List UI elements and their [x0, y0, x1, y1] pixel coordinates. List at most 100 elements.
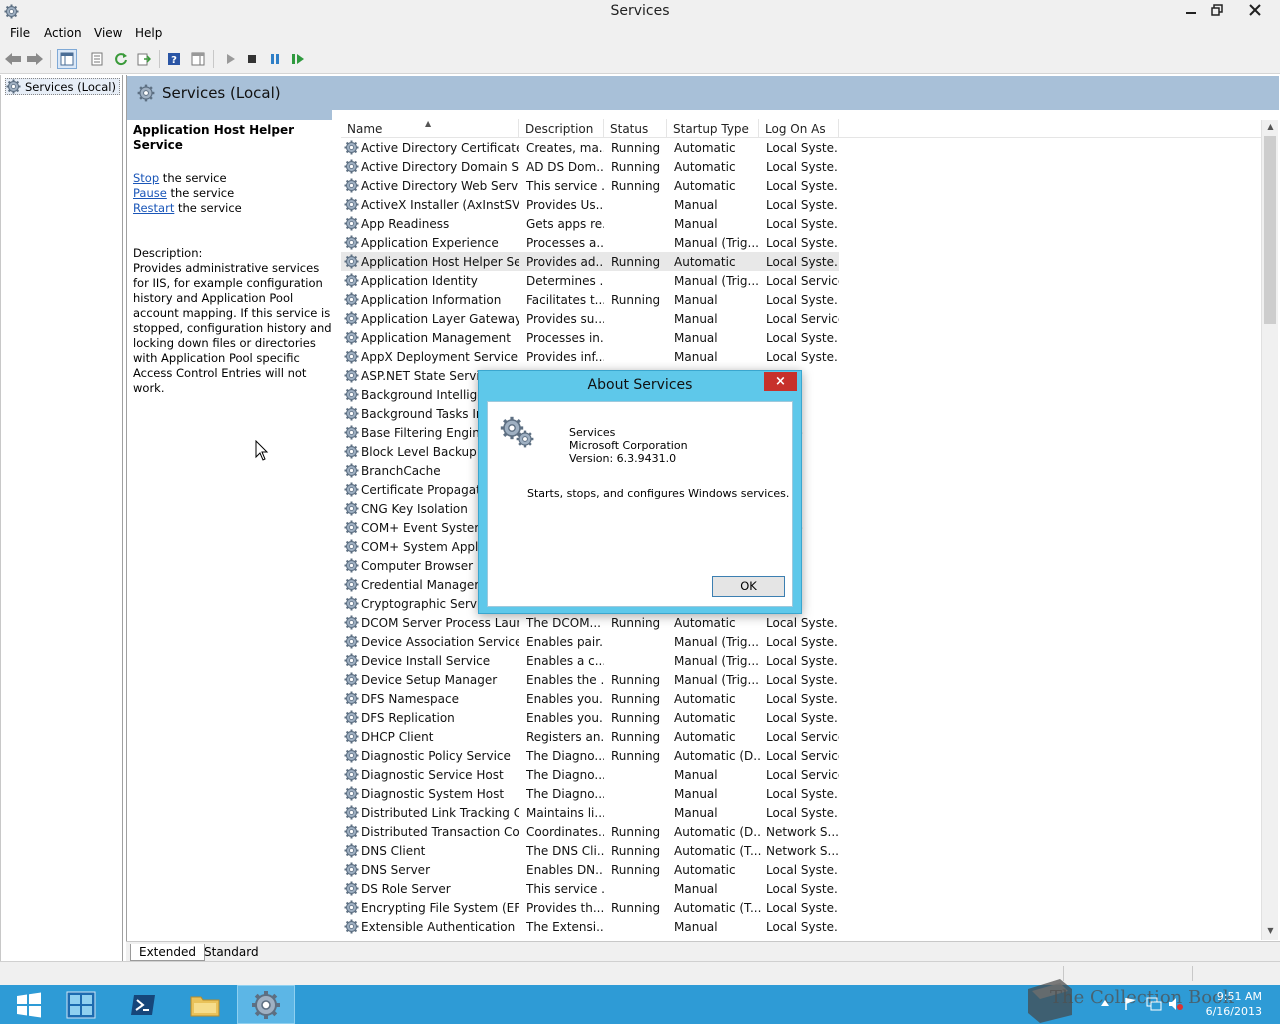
back-button[interactable] [3, 49, 23, 69]
column-header-description[interactable]: Description [519, 119, 604, 138]
taskbar-clock[interactable]: 9:51 AM 6/16/2013 [1206, 989, 1262, 1019]
scroll-thumb[interactable] [1264, 136, 1276, 324]
export-list-button[interactable] [134, 49, 154, 69]
service-row[interactable]: DFS Replication Enables you... Running Auto… [341, 708, 839, 727]
speaker-muted-icon[interactable] [1168, 997, 1184, 1011]
restore-button[interactable] [1200, 0, 1234, 20]
gear-icon [344, 216, 359, 231]
service-row[interactable]: Device Setup Manager Enables the ... Runni… [341, 670, 839, 689]
tab-extended[interactable]: Extended [130, 944, 205, 961]
service-row[interactable]: Application Identity Determines ... Manual… [341, 271, 839, 290]
service-row[interactable]: Device Association Service Enables pair..… [341, 632, 839, 651]
cell-startup-type: Manual [674, 882, 718, 896]
menu-view[interactable]: View [94, 26, 122, 40]
stop-service-button[interactable] [242, 49, 262, 69]
service-row[interactable]: DFS Namespace Enables you... Running Automa… [341, 689, 839, 708]
menu-help[interactable]: Help [135, 26, 162, 40]
service-row[interactable]: Active Directory Domain Se... AD DS Dom..… [341, 157, 839, 176]
cell-startup-type: Automatic [674, 730, 736, 744]
cell-startup-type: Manual (Trig... [674, 274, 759, 288]
service-row[interactable]: Encrypting File System (EFS) Provides th.… [341, 898, 839, 917]
pause-link[interactable]: Pause [133, 186, 167, 200]
restart-link[interactable]: Restart [133, 201, 174, 215]
vertical-scrollbar[interactable]: ▲ ▼ [1261, 120, 1278, 940]
start-button[interactable] [0, 985, 58, 1024]
service-row[interactable]: DCOM Server Process Laun... The DCOM... Ru… [341, 613, 839, 632]
cell-name: DS Role Server [361, 882, 451, 896]
cell-status: Running [611, 730, 661, 744]
cell-description: Creates, ma... [526, 141, 604, 155]
dialog-close-button[interactable]: × [764, 372, 797, 391]
cell-name: Device Setup Manager [361, 673, 498, 687]
forward-button[interactable] [25, 49, 45, 69]
scroll-up-icon[interactable]: ▲ [1265, 122, 1276, 134]
column-header-name[interactable]: Name ▲ [341, 119, 519, 138]
network-icon[interactable] [1146, 997, 1162, 1011]
powershell-taskbar-button[interactable] [114, 985, 172, 1024]
gear-icon [344, 330, 359, 345]
service-row[interactable]: Distributed Transaction Co... Coordinates… [341, 822, 839, 841]
menu-action[interactable]: Action [44, 26, 82, 40]
cell-startup-type: Manual [674, 350, 718, 364]
action-suffix: the service [159, 171, 227, 185]
scroll-down-icon[interactable]: ▼ [1265, 926, 1276, 938]
tree-node-services-local[interactable]: Services (Local) [5, 78, 120, 95]
cell-name: Extensible Authentication P... [361, 920, 519, 934]
cell-description: AD DS Dom... [526, 160, 604, 174]
stop-link[interactable]: Stop [133, 171, 159, 185]
service-row[interactable]: Application Host Helper Ser... Provides a… [341, 252, 839, 271]
column-header-startup-type[interactable]: Startup Type [667, 119, 759, 138]
show-hidden-icons-icon[interactable] [1100, 998, 1110, 1008]
toolbar-separator [213, 50, 214, 68]
pause-service-button[interactable] [265, 49, 285, 69]
service-row[interactable]: Active Directory Certificate ... Creates,… [341, 138, 839, 157]
service-row[interactable]: Application Management Processes in... Man… [341, 328, 839, 347]
cell-name: Encrypting File System (EFS) [361, 901, 519, 915]
service-row[interactable]: DNS Server Enables DN... Running Automatic L… [341, 860, 839, 879]
menu-file[interactable]: File [10, 26, 30, 40]
cell-log-on-as: Local Syste... [766, 654, 839, 668]
service-row[interactable]: Extensible Authentication P... The Extens… [341, 917, 839, 935]
cell-description: The Extensi... [526, 920, 604, 934]
service-row[interactable]: DHCP Client Registers an... Running Automat… [341, 727, 839, 746]
service-row[interactable]: Application Experience Processes a... Manu… [341, 233, 839, 252]
close-button[interactable] [1236, 0, 1274, 20]
show-hide-action-pane-button[interactable] [188, 49, 208, 69]
service-row[interactable]: Diagnostic System Host The Diagno... Manua… [341, 784, 839, 803]
service-row[interactable]: Device Install Service Enables a c... Manu… [341, 651, 839, 670]
cell-description: Determines ... [526, 274, 604, 288]
cell-log-on-as: Local Syste... [766, 863, 839, 877]
server-manager-icon [66, 991, 96, 1018]
service-row[interactable]: Distributed Link Tracking Cl... Maintains… [341, 803, 839, 822]
service-row[interactable]: Application Layer Gateway ... Provides su… [341, 309, 839, 328]
show-hide-console-tree-button[interactable] [57, 49, 77, 69]
cell-description: Enables the ... [526, 673, 604, 687]
column-header-status[interactable]: Status [604, 119, 667, 138]
service-row[interactable]: Application Information Facilitates t... R… [341, 290, 839, 309]
service-row[interactable]: Diagnostic Policy Service The Diagno... Ru… [341, 746, 839, 765]
flag-icon[interactable] [1124, 997, 1138, 1011]
restart-service-button[interactable] [288, 49, 308, 69]
service-row[interactable]: ActiveX Installer (AxInstSV) Provides Us.… [341, 195, 839, 214]
column-header-log-on-as[interactable]: Log On As [759, 119, 839, 138]
ok-button[interactable]: OK [712, 576, 785, 597]
cell-status: Running [611, 711, 661, 725]
service-row[interactable]: DS Role Server This service ... Manual Loca… [341, 879, 839, 898]
service-row[interactable]: App Readiness Gets apps re... Manual Local … [341, 214, 839, 233]
cell-description: This service ... [526, 179, 604, 193]
server-manager-taskbar-button[interactable] [52, 985, 110, 1024]
service-row[interactable]: DNS Client The DNS Cli... Running Automatic… [341, 841, 839, 860]
cell-startup-type: Automatic [674, 616, 736, 630]
action-restart: Restart the service [133, 201, 338, 216]
properties-button[interactable] [87, 49, 107, 69]
start-service-button[interactable] [220, 49, 240, 69]
file-explorer-taskbar-button[interactable] [176, 985, 234, 1024]
service-row[interactable]: Active Directory Web Services This servic… [341, 176, 839, 195]
help-button[interactable]: ? [164, 49, 184, 69]
services-taskbar-button[interactable] [237, 985, 295, 1024]
tab-standard[interactable]: Standard [196, 944, 267, 961]
refresh-button[interactable] [111, 49, 131, 69]
service-row[interactable]: AppX Deployment Service (... Provides inf… [341, 347, 839, 366]
service-row[interactable]: Diagnostic Service Host The Diagno... Manu… [341, 765, 839, 784]
cell-name: Diagnostic Service Host [361, 768, 504, 782]
